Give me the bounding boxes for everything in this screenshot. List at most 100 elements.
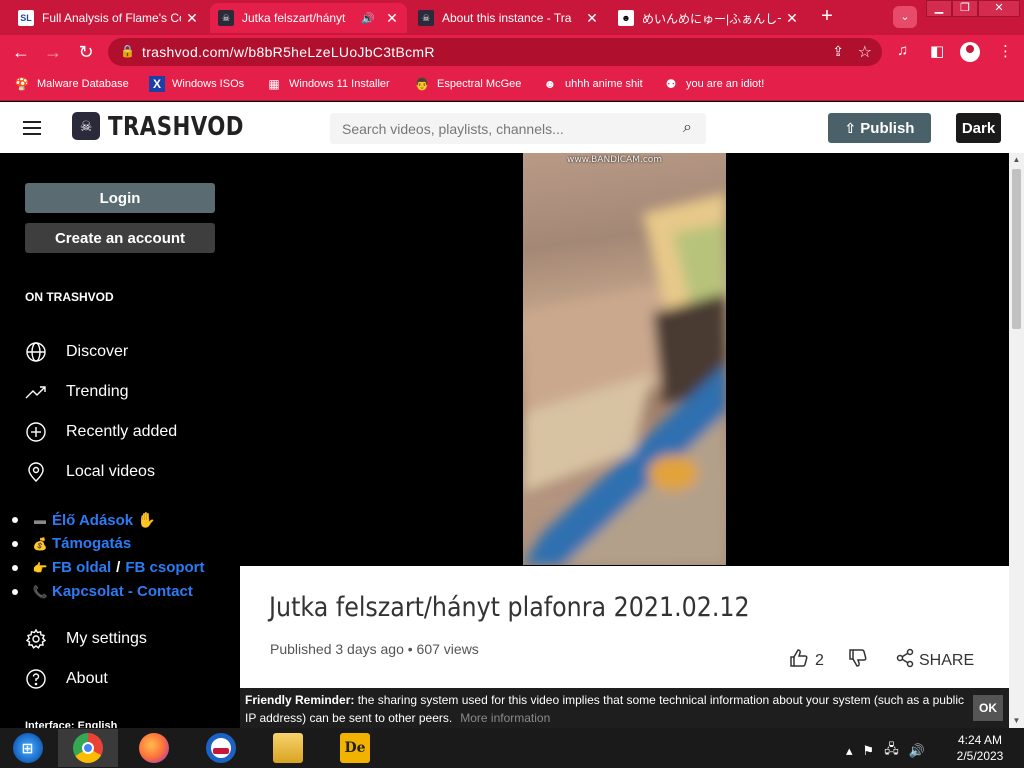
bookmark-you-are-an-idiot[interactable]: ⚉ you are an idiot! xyxy=(663,76,765,92)
dislike-button[interactable] xyxy=(848,648,868,673)
action-center-flag-icon[interactable]: ⚑ xyxy=(863,743,875,759)
bookmark-malware-database[interactable]: 🍄 Malware Database xyxy=(14,76,129,92)
share-label: SHARE xyxy=(919,651,975,669)
obama-logo-icon xyxy=(206,733,236,763)
bookmark-star-icon[interactable]: ☆ xyxy=(858,42,872,62)
bookmark-espectral-mcgee[interactable]: 👨 Espectral McGee xyxy=(414,76,522,92)
minimize-button[interactable]: ▁ xyxy=(926,0,952,17)
restore-button[interactable]: ❐ xyxy=(952,0,978,17)
menu-kebab-icon[interactable]: ⋮ xyxy=(998,42,1013,60)
trashvod-logo-icon[interactable]: ☠ xyxy=(72,112,100,140)
link-contact[interactable]: 📞 Kapcsolat - Contact xyxy=(12,583,193,600)
ok-button[interactable]: OK xyxy=(973,695,1003,721)
sidebar-item-label: My settings xyxy=(66,630,147,647)
scroll-down-arrow-icon[interactable]: ▼ xyxy=(1009,714,1024,728)
link-label[interactable]: Támogatás xyxy=(52,535,131,552)
new-tab-button[interactable]: + xyxy=(816,6,838,28)
browser-toolbar: ← → ↻ 🔒 trashvod.com/w/b8bR5heLzeLUoJbC3… xyxy=(0,35,1024,69)
taskbar-chrome[interactable] xyxy=(58,729,118,767)
dark-mode-button[interactable]: Dark xyxy=(956,113,1001,143)
share-page-icon[interactable]: ⇪ xyxy=(832,43,844,60)
link-label[interactable]: Élő Adások xyxy=(52,512,133,529)
hamburger-menu-icon[interactable] xyxy=(23,121,41,135)
network-icon[interactable]: 🖧 xyxy=(884,740,899,762)
tab-search-button[interactable]: ⌄ xyxy=(893,6,917,28)
taskbar-dialogue-editor[interactable]: De xyxy=(325,729,385,767)
sidebar-item-discover[interactable]: Discover xyxy=(25,341,128,363)
link-separator: / xyxy=(116,559,121,576)
page-scrollbar[interactable]: ▲ ▼ xyxy=(1009,153,1024,728)
like-button[interactable]: 2 xyxy=(789,648,824,673)
side-panel-icon[interactable]: ◧ xyxy=(930,42,944,60)
sidebar-item-trending[interactable]: Trending xyxy=(25,381,129,403)
plus-circle-icon xyxy=(25,421,47,443)
fb-group-link[interactable]: FB csoport xyxy=(125,559,204,576)
fb-page-link[interactable]: FB oldal xyxy=(52,559,111,576)
tab-flame-analysis[interactable]: SL Full Analysis of Flame's Co ✕ xyxy=(10,3,207,33)
close-tab-icon[interactable]: ✕ xyxy=(585,10,599,27)
more-information-link[interactable]: More information xyxy=(460,711,550,725)
tab-current-video[interactable]: ☠ Jutka felszart/hányt 🔊 ✕ xyxy=(210,3,407,33)
publish-button[interactable]: ⇧ Publish xyxy=(828,113,931,143)
reminder-lead: Friendly Reminder: xyxy=(245,693,355,707)
volume-icon[interactable]: 🔊 xyxy=(909,743,925,759)
upload-cloud-icon: ⇧ xyxy=(844,119,857,136)
create-account-button[interactable]: Create an account xyxy=(25,223,215,253)
reminder-text: Friendly Reminder: the sharing system us… xyxy=(245,691,965,727)
bookmark-label: Espectral McGee xyxy=(437,78,522,90)
x-icon: X xyxy=(149,76,165,92)
clock-time: 4:24 AM xyxy=(957,733,1003,747)
publish-label: Publish xyxy=(860,119,915,137)
share-button[interactable]: SHARE xyxy=(895,648,974,673)
video-player[interactable]: www.BANDICAM.com xyxy=(240,153,1009,566)
bookmark-windows-isos[interactable]: X Windows ISOs xyxy=(149,76,244,92)
sidebar-item-settings[interactable]: My settings xyxy=(25,628,147,650)
search-icon[interactable]: ⌕ xyxy=(683,119,692,137)
section-heading: ON TRASHVOD xyxy=(25,290,114,304)
taskbar-clock[interactable]: 4:24 AM 2/5/2023 xyxy=(950,732,1010,764)
link-label[interactable]: Kapcsolat - Contact xyxy=(52,583,193,600)
back-button[interactable]: ← xyxy=(10,41,32,63)
forward-button[interactable]: → xyxy=(42,41,64,63)
tab-title: Jutka felszart/hányt xyxy=(242,11,346,25)
link-elo-adasok[interactable]: ▬ Élő Adások ✋ xyxy=(12,511,156,529)
sidebar-item-recently-added[interactable]: Recently added xyxy=(25,421,177,443)
browser-tab-strip: SL Full Analysis of Flame's Co ✕ ☠ Jutka… xyxy=(0,0,1024,35)
video-frame[interactable]: www.BANDICAM.com xyxy=(523,153,726,565)
profile-avatar[interactable] xyxy=(960,42,980,62)
video-frame-image xyxy=(523,193,726,565)
tab-favicon: ☠ xyxy=(218,10,234,26)
close-tab-icon[interactable]: ✕ xyxy=(385,10,399,27)
bookmark-windows11-installer[interactable]: ▦ Windows 11 Installer xyxy=(266,76,389,92)
bullet xyxy=(12,517,18,523)
interface-language[interactable]: Interface: English xyxy=(25,720,117,728)
scrollbar-thumb[interactable] xyxy=(1012,169,1021,329)
close-window-button[interactable]: ✕ xyxy=(978,0,1020,17)
taskbar-file-explorer[interactable] xyxy=(258,729,318,767)
sidebar-item-local-videos[interactable]: Local videos xyxy=(25,461,155,483)
login-button[interactable]: Login xyxy=(25,183,215,213)
media-controls-icon[interactable]: ♫ xyxy=(897,42,908,59)
link-tamogatas[interactable]: 💰 Támogatás xyxy=(12,535,131,552)
pointing-hand-icon: 👉 xyxy=(32,560,48,575)
close-tab-icon[interactable]: ✕ xyxy=(785,10,799,27)
search-input[interactable]: Search videos, playlists, channels... ⌕ xyxy=(330,113,706,144)
close-tab-icon[interactable]: ✕ xyxy=(185,10,199,27)
scroll-up-arrow-icon[interactable]: ▲ xyxy=(1009,153,1024,167)
address-bar[interactable]: 🔒 trashvod.com/w/b8bR5heLzeLUoJbC3tBcmR … xyxy=(108,38,882,66)
taskbar-firefox[interactable] xyxy=(124,729,184,767)
sidebar-item-about[interactable]: About xyxy=(25,668,108,690)
speaker-icon[interactable]: 🔊 xyxy=(361,12,375,25)
lock-icon[interactable]: 🔒 xyxy=(120,44,135,58)
bookmark-anime[interactable]: ☻ uhhh anime shit xyxy=(542,76,643,92)
taskbar-opera[interactable] xyxy=(191,729,251,767)
show-hidden-icons-icon[interactable]: ▴ xyxy=(846,743,853,759)
tab-main-menu[interactable]: ☻ めいんめにゅー|ふぁんし一あい ✕ xyxy=(610,3,807,33)
start-button[interactable]: ⊞ xyxy=(0,729,55,767)
site-logo-text[interactable]: TRASHVOD xyxy=(108,112,244,142)
like-count: 2 xyxy=(815,651,824,669)
address-url[interactable]: trashvod.com/w/b8bR5heLzeLUoJbC3tBcmR xyxy=(142,44,435,60)
bandicam-watermark: www.BANDICAM.com xyxy=(567,155,663,165)
reload-button[interactable]: ↻ xyxy=(75,41,97,63)
tab-about-instance[interactable]: ☠ About this instance - Tra ✕ xyxy=(410,3,607,33)
